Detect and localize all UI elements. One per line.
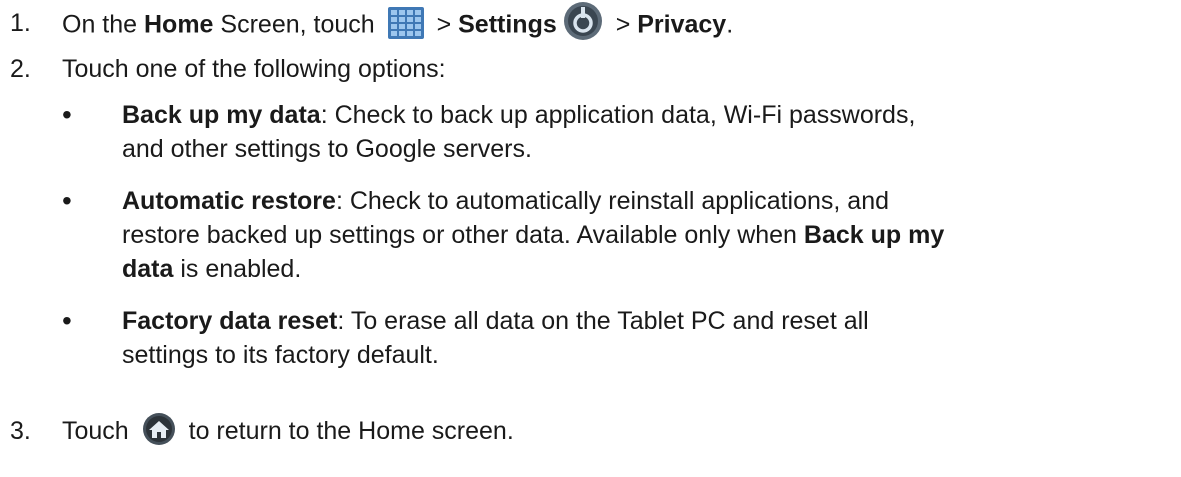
step-text: Touch to return to the Home screen.	[62, 412, 514, 449]
text-segment: : Check to back up application data, Wi-…	[320, 101, 916, 129]
bold-home: Home	[144, 10, 214, 39]
text-segment: Touch	[62, 417, 136, 445]
text-segment: : To erase all data on the Tablet PC and…	[337, 307, 869, 335]
bullet-mark: •	[62, 185, 72, 216]
bullet-text: Automatic restore: Check to automaticall…	[122, 184, 1162, 286]
bold-ref: Back up my	[803, 221, 945, 249]
step-number: 1.	[10, 9, 31, 37]
bold-settings: Settings	[458, 10, 557, 39]
text-segment: settings to its factory default.	[122, 341, 439, 369]
text-segment: to return to the Home screen.	[181, 417, 514, 445]
text-segment: Screen, touch	[213, 10, 382, 39]
bullet-title: Back up my data	[122, 101, 321, 129]
bold-privacy: Privacy	[637, 10, 727, 39]
text-segment: and other settings to Google servers.	[122, 135, 532, 163]
bullet-title: Factory data reset	[122, 307, 338, 335]
bullet-text: Back up my data: Check to back up applic…	[122, 98, 1162, 166]
step-number: 2.	[10, 55, 31, 83]
text-segment: On the	[62, 10, 144, 39]
home-icon	[142, 412, 176, 446]
apps-grid-icon	[387, 7, 424, 39]
text-segment: : Check to automatically reinstall appli…	[335, 187, 890, 215]
text-segment: >	[608, 10, 638, 39]
step-text: On the Home Screen, touch > Settings > P…	[62, 2, 734, 46]
text-segment: is enabled.	[173, 255, 302, 283]
bullet-mark: •	[62, 99, 72, 130]
text-segment: >	[429, 10, 459, 39]
settings-icon	[563, 1, 603, 41]
text-segment: .	[726, 10, 734, 39]
bullet-title: Automatic restore	[122, 187, 336, 215]
text-segment: restore backed up settings or other data…	[122, 221, 804, 249]
bullet-mark: •	[62, 305, 72, 336]
step-text: Touch one of the following options:	[62, 55, 446, 83]
bold-ref: data	[122, 255, 174, 283]
step-number: 3.	[10, 417, 31, 445]
bullet-text: Factory data reset: To erase all data on…	[122, 304, 1162, 372]
